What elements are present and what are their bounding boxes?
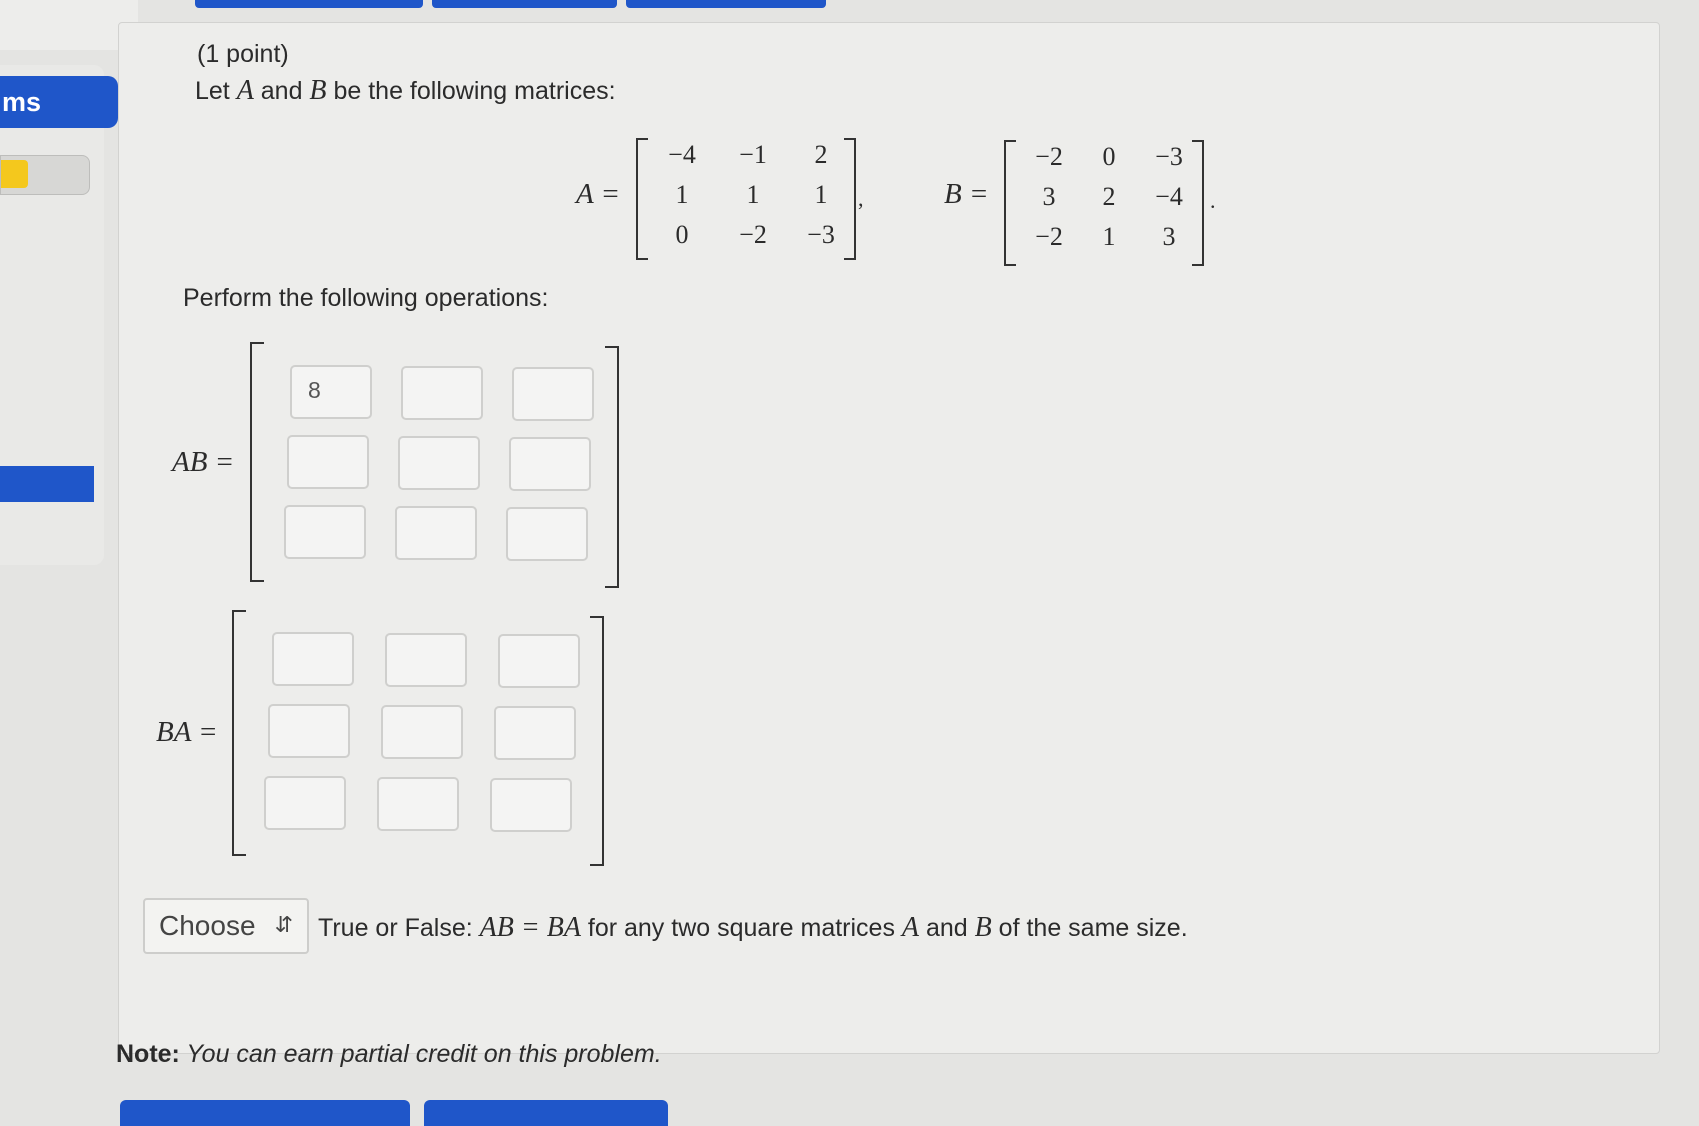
- intro-var-b: B: [309, 75, 327, 106]
- tf-and: and: [919, 914, 975, 942]
- top-button-2[interactable]: [432, 0, 617, 8]
- bottom-button-1[interactable]: [120, 1100, 410, 1126]
- matrix-a-trail: ,: [858, 186, 864, 211]
- ba-answer-input[interactable]: [268, 704, 350, 758]
- note-label: Note:: [116, 1040, 180, 1068]
- matrix-b-entry: 3: [1042, 182, 1056, 211]
- ba-answer-input[interactable]: [385, 633, 467, 687]
- ba-answer-input[interactable]: [498, 634, 580, 688]
- operations-text: Perform the following operations:: [183, 284, 549, 312]
- tf-var-b: B: [974, 912, 992, 943]
- matrix-a: −4 −1 2 1 1 1 0 −2 −3: [636, 138, 856, 260]
- matrix-a-label-text: A =: [576, 178, 621, 210]
- ba-answer-input[interactable]: [494, 706, 576, 760]
- top-button-1[interactable]: [195, 0, 423, 8]
- matrix-b-left-bracket: [1004, 140, 1016, 266]
- ab-answer-input[interactable]: [398, 436, 480, 490]
- matrix-b-trail: .: [1210, 188, 1216, 213]
- ab-label-text: AB =: [172, 446, 235, 478]
- ab-answer-input[interactable]: [287, 435, 369, 489]
- ba-left-bracket: [232, 610, 246, 856]
- matrix-a-entry: 1: [675, 180, 689, 209]
- top-button-3[interactable]: [626, 0, 826, 8]
- tf-pre: True or False:: [318, 914, 480, 942]
- tf-var-a: A: [901, 912, 920, 943]
- matrix-b-entry: 1: [1102, 222, 1116, 251]
- matrix-b-entry: −2: [1035, 222, 1063, 251]
- matrix-a-entry: 1: [746, 180, 760, 209]
- matrix-a-entry: 2: [814, 140, 828, 169]
- ab-answer-input[interactable]: [395, 506, 477, 560]
- sidebar-nav-tab[interactable]: ms: [0, 76, 118, 128]
- ab-left-bracket: [250, 342, 264, 582]
- matrix-b-entry: 3: [1162, 222, 1176, 251]
- matrix-b-entry: 0: [1102, 142, 1116, 171]
- matrix-b-grid: −2 0 −3 3 2 −4 −2 1 3: [1018, 142, 1194, 252]
- matrix-a-entry: 0: [675, 220, 689, 249]
- ab-answer-input[interactable]: [512, 367, 594, 421]
- ba-label-text: BA =: [156, 716, 218, 748]
- matrix-b-label-text: B =: [944, 178, 989, 210]
- true-false-select[interactable]: Choose ⇵: [143, 898, 309, 954]
- tf-mid: for any two square matrices: [580, 914, 902, 942]
- ba-right-bracket: [590, 616, 604, 866]
- matrix-a-grid: −4 −1 2 1 1 1 0 −2 −3: [650, 140, 842, 250]
- ab-answer-input[interactable]: [284, 505, 366, 559]
- intro-var-a: A: [236, 75, 254, 106]
- ba-label: BA =: [156, 716, 218, 749]
- note-text: You can earn partial credit on this prob…: [179, 1040, 662, 1068]
- progress-fill: [1, 160, 28, 188]
- problem-points: (1 point): [197, 40, 289, 68]
- select-chevron-icon: ⇵: [274, 912, 293, 937]
- bottom-button-2[interactable]: [424, 1100, 668, 1126]
- ba-answer-input[interactable]: [272, 632, 354, 686]
- ab-answer-input[interactable]: [506, 507, 588, 561]
- matrix-b: −2 0 −3 3 2 −4 −2 1 3: [1004, 140, 1204, 266]
- matrix-b-entry: −3: [1155, 142, 1183, 171]
- ab-answer-input[interactable]: [509, 437, 591, 491]
- intro-pre: Let: [195, 77, 237, 105]
- matrix-a-entry: −3: [807, 220, 835, 249]
- matrix-a-entry: −4: [668, 140, 696, 169]
- ba-answer-input[interactable]: [264, 776, 346, 830]
- matrix-a-entry: −1: [739, 140, 767, 169]
- matrix-b-entry: −2: [1035, 142, 1063, 171]
- matrix-b-entry: 2: [1102, 182, 1116, 211]
- ba-answer-input[interactable]: [381, 705, 463, 759]
- ba-answer-input[interactable]: [490, 778, 572, 832]
- matrix-a-label: A =: [576, 178, 620, 211]
- ab-answer-input[interactable]: 8: [290, 365, 372, 419]
- problem-intro: Let A and B be the following matrices:: [195, 75, 616, 107]
- note: Note: You can earn partial credit on thi…: [116, 1040, 662, 1069]
- progress-bar: [0, 155, 90, 195]
- ab-right-bracket: [605, 346, 619, 588]
- matrix-a-entry: −2: [739, 220, 767, 249]
- matrix-a-entry: 1: [814, 180, 828, 209]
- select-value: Choose: [159, 910, 256, 941]
- sidebar-nav-item[interactable]: [0, 466, 94, 502]
- tf-equation: AB = BA: [479, 912, 581, 943]
- intro-mid: and: [253, 77, 310, 105]
- tf-post: of the same size.: [991, 914, 1188, 942]
- matrix-a-left-bracket: [636, 138, 648, 260]
- ab-label: AB =: [172, 446, 234, 479]
- true-false-statement: True or False: AB = BA for any two squar…: [318, 912, 1188, 944]
- matrix-b-label: B =: [944, 178, 989, 211]
- intro-post: be the following matrices:: [326, 77, 616, 105]
- ab-answer-input[interactable]: [401, 366, 483, 420]
- matrix-b-entry: −4: [1155, 182, 1183, 211]
- ba-answer-input[interactable]: [377, 777, 459, 831]
